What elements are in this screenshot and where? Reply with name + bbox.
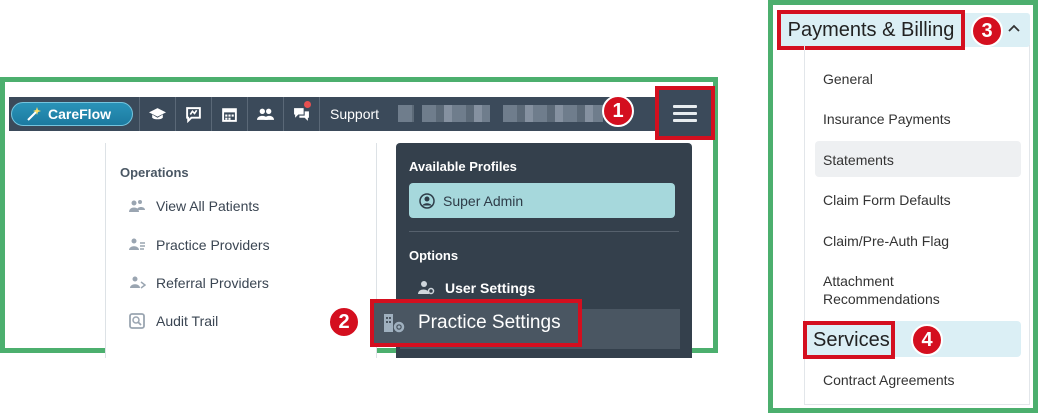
menu-item-view-all-patients[interactable]: View All Patients [128, 197, 259, 215]
available-profiles-title: Available Profiles [409, 159, 517, 174]
notification-dot [304, 101, 311, 108]
redacted-icon [398, 105, 414, 122]
users-icon[interactable] [247, 97, 283, 131]
menu-item-services[interactable]: Services [803, 321, 895, 359]
support-link[interactable]: Support [319, 97, 389, 131]
step-badge-3: 3 [971, 15, 1003, 47]
patients-icon [129, 200, 145, 212]
chat-bubble-icon[interactable] [175, 97, 211, 131]
audit-icon [129, 313, 145, 329]
practice-settings-label: Practice Settings [418, 312, 561, 333]
practice-settings-item[interactable]: Practice Settings [370, 299, 582, 347]
menu-item-audit-trail[interactable]: Audit Trail [128, 312, 218, 330]
menu-item-statements[interactable]: Statements [823, 151, 894, 169]
graduation-cap-icon[interactable] [139, 97, 175, 131]
calendar-icon[interactable] [211, 97, 247, 131]
menu-item-claim-preauth-flag[interactable]: Claim/Pre-Auth Flag [823, 232, 949, 250]
brand-button[interactable]: CareFlow [11, 102, 133, 126]
referral-icon [130, 276, 146, 289]
redacted-practice-info [503, 105, 603, 122]
providers-icon [129, 238, 145, 250]
profile-super-admin[interactable]: Super Admin [409, 183, 675, 218]
hamburger-menu-button[interactable] [655, 86, 715, 140]
messages-icon[interactable] [283, 97, 319, 131]
user-circle-icon [419, 192, 435, 209]
step-badge-1: 1 [602, 95, 634, 127]
step-badge-2: 2 [328, 306, 360, 338]
brand-label: CareFlow [48, 106, 112, 122]
menu-item-contract-agreements[interactable]: Contract Agreements [823, 371, 955, 389]
menu-item-attachment-recommendations[interactable]: Attachment Recommendations [823, 272, 953, 308]
user-gear-icon [418, 281, 435, 295]
user-settings-item[interactable]: User Settings [418, 279, 535, 296]
operations-title: Operations [120, 165, 189, 180]
payments-billing-header[interactable]: Payments & Billing [777, 10, 965, 50]
billing-menu-frame: Payments & Billing 3 General Insurance P… [768, 0, 1038, 413]
menu-item-practice-providers[interactable]: Practice Providers [128, 236, 270, 254]
menu-item-referral-providers[interactable]: Referral Providers [128, 274, 269, 292]
options-title: Options [409, 248, 459, 263]
menu-item-insurance-payments[interactable]: Insurance Payments [823, 110, 951, 128]
divider [409, 231, 679, 232]
menu-item-claim-form-defaults[interactable]: Claim Form Defaults [823, 191, 951, 209]
chevron-up-icon[interactable] [1007, 23, 1021, 33]
magic-wand-icon [27, 107, 41, 121]
step-badge-4: 4 [911, 324, 943, 356]
main-screen-frame: CareFlow Support Operations View All Pat… [0, 77, 718, 358]
hamburger-line [673, 111, 697, 115]
hamburger-line [673, 104, 697, 108]
redacted-user-info [422, 105, 490, 122]
menu-item-general[interactable]: General [823, 70, 873, 88]
hamburger-line [673, 118, 697, 122]
building-gear-icon [384, 314, 405, 333]
